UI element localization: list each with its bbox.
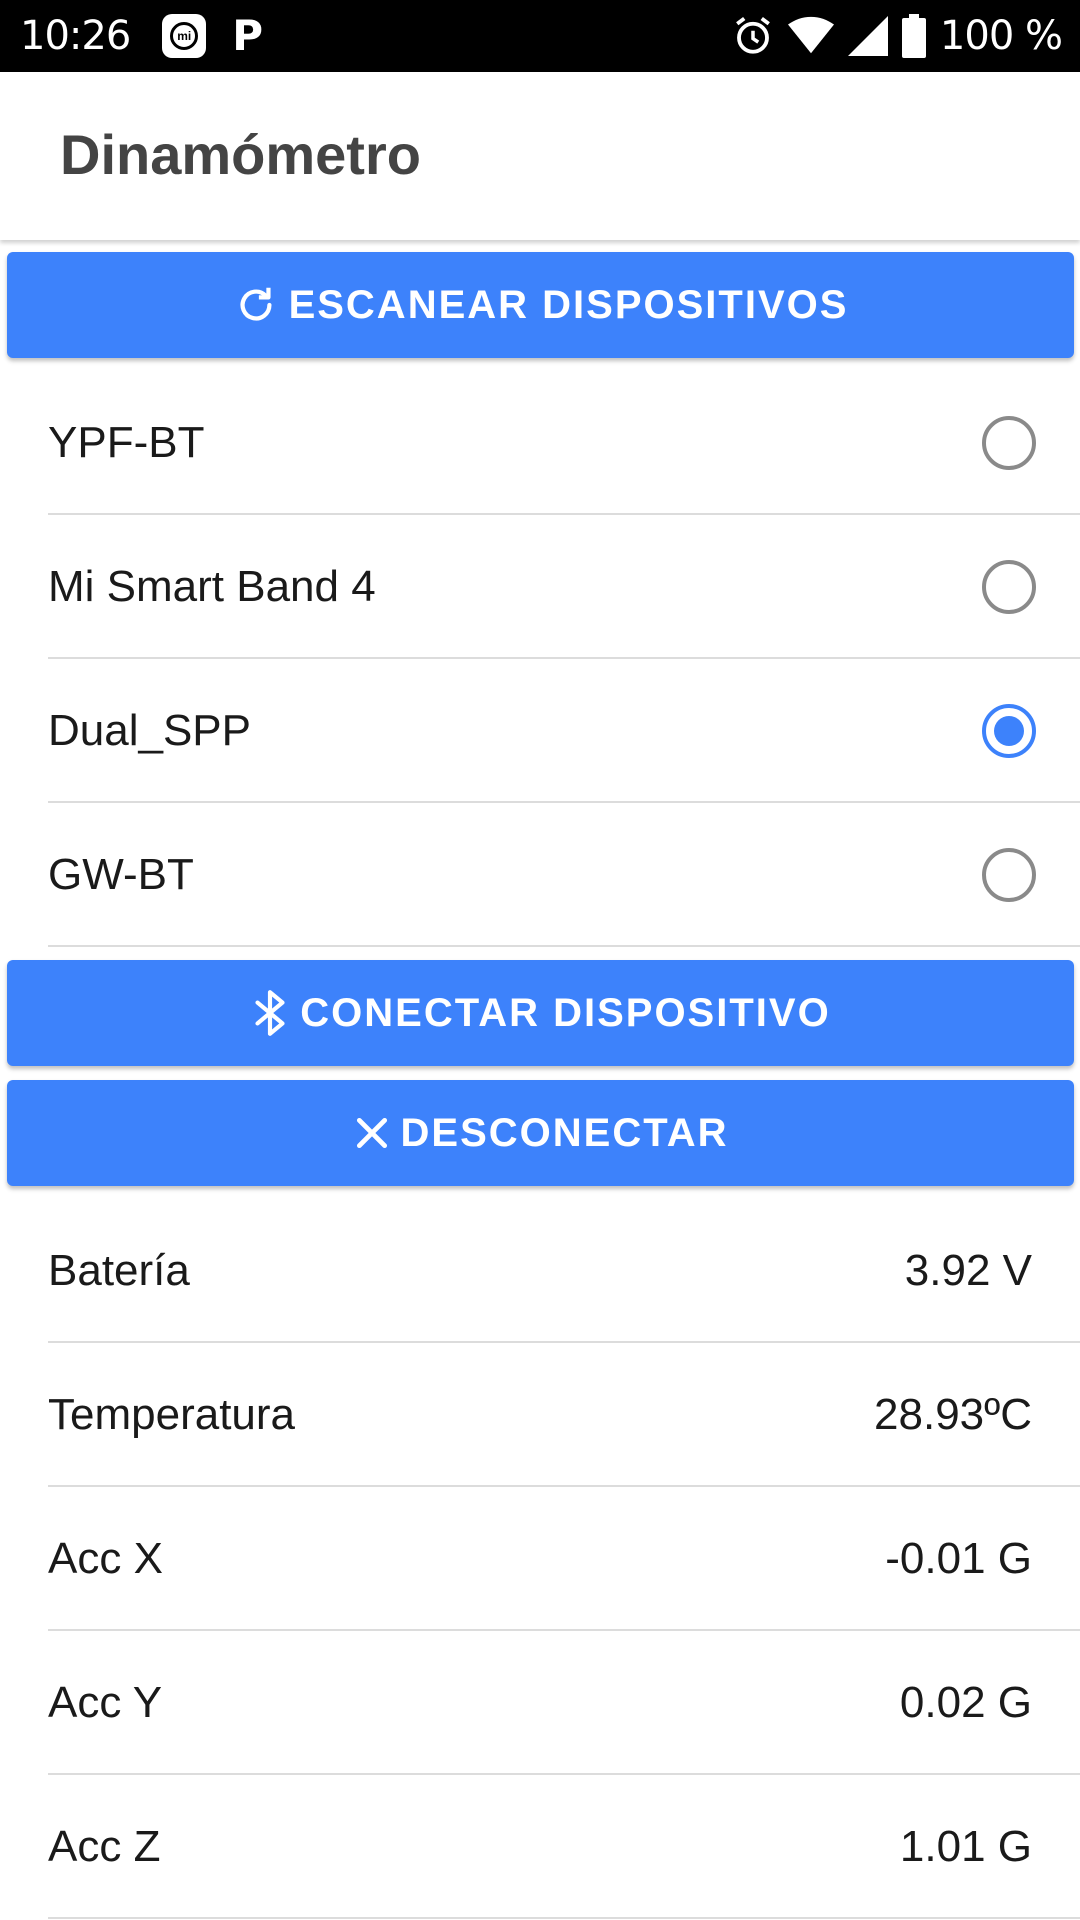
device-item[interactable]: Mi Smart Band 4 (48, 516, 1080, 659)
scan-devices-button[interactable]: ESCANEAR DISPOSITIVOS (7, 252, 1074, 358)
reading-label: Acc Z (48, 1821, 161, 1871)
status-bar: 10:26 mi P 100 % (0, 0, 1080, 72)
device-item[interactable]: Dual_SPP (48, 660, 1080, 803)
device-name: Mi Smart Band 4 (48, 561, 376, 611)
reading-value: 1.01 G (899, 1821, 1032, 1871)
mi-app-icon: mi (162, 14, 207, 58)
app-bar: Dinamómetro (0, 72, 1080, 240)
radio-dot (994, 715, 1024, 746)
device-item[interactable]: YPF-BT (48, 372, 1080, 515)
status-time: 10:26 (20, 13, 131, 59)
device-item[interactable]: GW-BT (48, 804, 1080, 947)
reading-value: -0.01 G (885, 1533, 1032, 1583)
reading-label: Acc Y (48, 1677, 163, 1727)
device-name: Dual_SPP (48, 705, 252, 755)
alarm-icon (736, 16, 770, 54)
device-radio[interactable] (982, 415, 1036, 470)
refresh-icon (240, 287, 272, 321)
scan-devices-label: ESCANEAR DISPOSITIVOS (288, 282, 849, 327)
connect-device-label: CONECTAR DISPOSITIVO (300, 990, 831, 1035)
reading-value: 0.02 G (899, 1677, 1032, 1727)
reading-row-acc-x: Acc X -0.01 G (48, 1488, 1080, 1631)
device-name: YPF-BT (48, 417, 205, 467)
signal-icon (847, 16, 888, 56)
bluetooth-icon (255, 990, 285, 1036)
battery-icon (901, 14, 926, 58)
connect-device-button[interactable]: CONECTAR DISPOSITIVO (7, 960, 1074, 1066)
reading-value: 3.92 V (904, 1245, 1032, 1295)
reading-row-acc-y: Acc Y 0.02 G (48, 1632, 1080, 1775)
page-title: Dinamómetro (60, 123, 421, 186)
device-name: GW-BT (48, 849, 194, 899)
device-radio[interactable] (982, 847, 1036, 902)
battery-percent: 100 % (939, 13, 1063, 59)
wifi-icon (787, 16, 834, 54)
reading-label: Temperatura (48, 1389, 296, 1439)
reading-row-temperature: Temperatura 28.93ºC (48, 1344, 1080, 1487)
disconnect-label: DESCONECTAR (400, 1110, 729, 1155)
close-icon (356, 1117, 387, 1149)
reading-label: Acc X (48, 1533, 163, 1583)
device-radio[interactable] (982, 559, 1036, 614)
reading-value: 28.93ºC (874, 1389, 1032, 1439)
p-app-icon: P (232, 11, 264, 60)
reading-row-acc-z: Acc Z 1.01 G (48, 1776, 1080, 1919)
device-radio-selected[interactable] (982, 703, 1036, 758)
reading-row-battery: Batería 3.92 V (48, 1200, 1080, 1343)
reading-label: Batería (48, 1245, 190, 1295)
disconnect-button[interactable]: DESCONECTAR (7, 1080, 1074, 1186)
